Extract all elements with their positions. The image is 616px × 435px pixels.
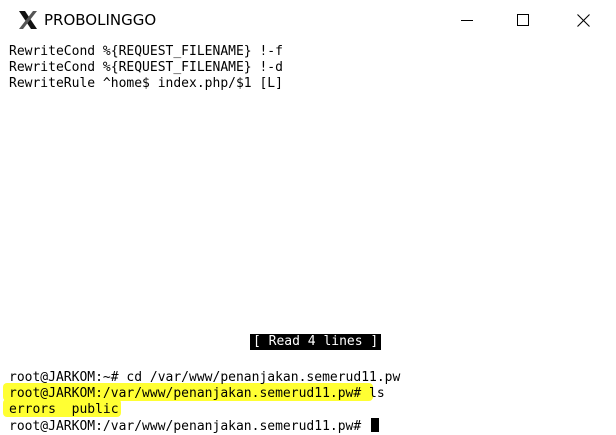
- window-title: PROBOLINGGO: [44, 11, 157, 29]
- text-cursor: [371, 418, 380, 432]
- file-line: RewriteCond %{REQUEST_FILENAME} !-f: [9, 44, 283, 59]
- maximize-icon: [517, 14, 529, 26]
- title-bar: PROBOLINGGO: [0, 0, 616, 40]
- shell-line: root@JARKOM:~# cd /var/www/penanjakan.se…: [9, 370, 401, 385]
- maximize-button[interactable]: [500, 0, 546, 40]
- prompt-text: root@JARKOM:/var/www/penanjakan.semerud1…: [9, 419, 362, 434]
- x-window-icon: [18, 10, 38, 30]
- close-button[interactable]: [560, 0, 606, 40]
- shell-line: root@JARKOM:/var/www/penanjakan.semerud1…: [9, 386, 385, 401]
- shell-line: errors public: [9, 402, 119, 417]
- minimize-icon: [461, 20, 473, 21]
- minimize-button[interactable]: [444, 0, 490, 40]
- prompt-line[interactable]: root@JARKOM:/var/www/penanjakan.semerud1…: [9, 418, 380, 435]
- close-icon: [576, 13, 590, 27]
- file-line: RewriteCond %{REQUEST_FILENAME} !-d: [9, 60, 283, 75]
- status-message: [ Read 4 lines ]: [250, 334, 382, 350]
- terminal-area[interactable]: RewriteCond %{REQUEST_FILENAME} !-f Rewr…: [0, 40, 616, 435]
- file-line: RewriteRule ^home$ index.php/$1 [L]: [9, 76, 283, 91]
